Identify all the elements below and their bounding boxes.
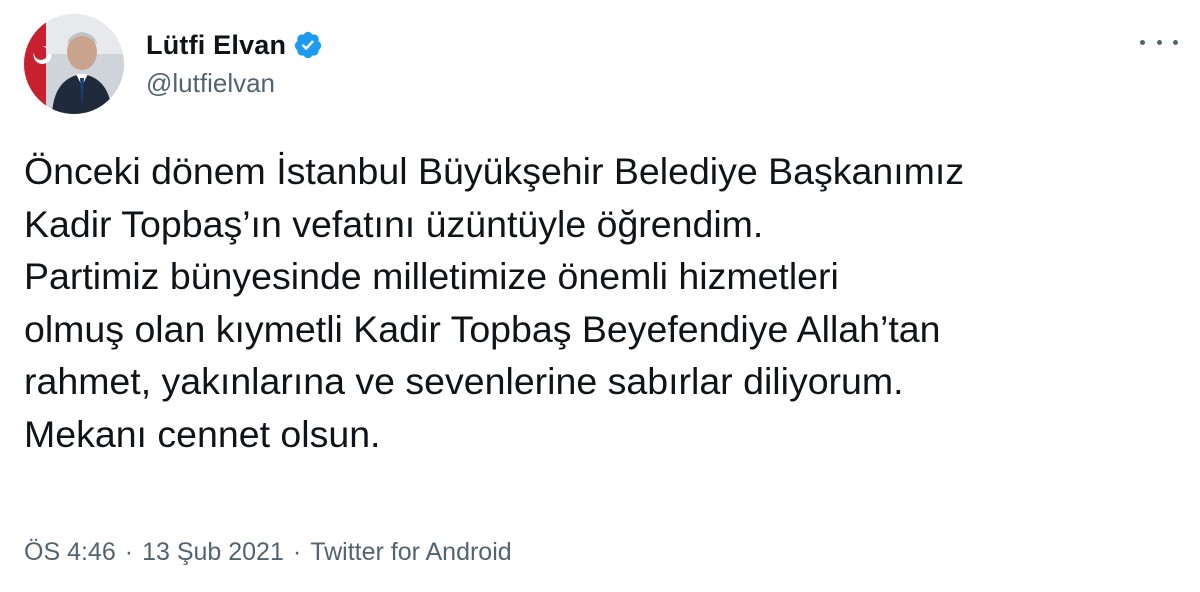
tweet-date[interactable]: 13 Şub 2021 xyxy=(142,538,284,566)
tweet-text-line: Önceki dönem İstanbul Büyükşehir Belediy… xyxy=(24,150,965,192)
meta-separator: · xyxy=(292,538,302,566)
tweet-card: Lütfi Elvan @lutfielvan Önceki dönem İst… xyxy=(0,0,1200,592)
display-name[interactable]: Lütfi Elvan xyxy=(146,30,286,61)
meta-separator: · xyxy=(124,538,134,566)
tweet-text-line: rahmet, yakınlarına ve sevenlerine sabır… xyxy=(24,360,904,402)
avatar-photo xyxy=(24,14,124,114)
handle[interactable]: @lutfielvan xyxy=(146,68,323,99)
tweet-text-line: Kadir Topbaş’ın vefatını üzüntüyle öğren… xyxy=(24,202,764,245)
tweet-time[interactable]: ÖS 4:46 xyxy=(24,538,116,566)
tweet-text: Önceki dönem İstanbul Büyükşehir Belediy… xyxy=(24,145,1184,460)
author-info: Lütfi Elvan @lutfielvan xyxy=(146,28,323,99)
tweet-source[interactable]: Twitter for Android xyxy=(310,538,511,566)
tweet-metadata: ÖS 4:46 · 13 Şub 2021 · Twitter for Android xyxy=(24,538,512,567)
avatar[interactable] xyxy=(24,14,124,114)
tweet-text-line: Mekanı cennet olsun. xyxy=(24,412,381,455)
more-options-icon[interactable] xyxy=(1140,30,1178,54)
name-row: Lütfi Elvan xyxy=(146,28,323,62)
tweet-text-line: olmuş olan kıymetli Kadir Topbaş Beyefen… xyxy=(24,307,941,350)
verified-badge-icon xyxy=(293,30,323,60)
tweet-text-line: Partimiz bünyesinde milletimize önemli h… xyxy=(24,255,839,297)
